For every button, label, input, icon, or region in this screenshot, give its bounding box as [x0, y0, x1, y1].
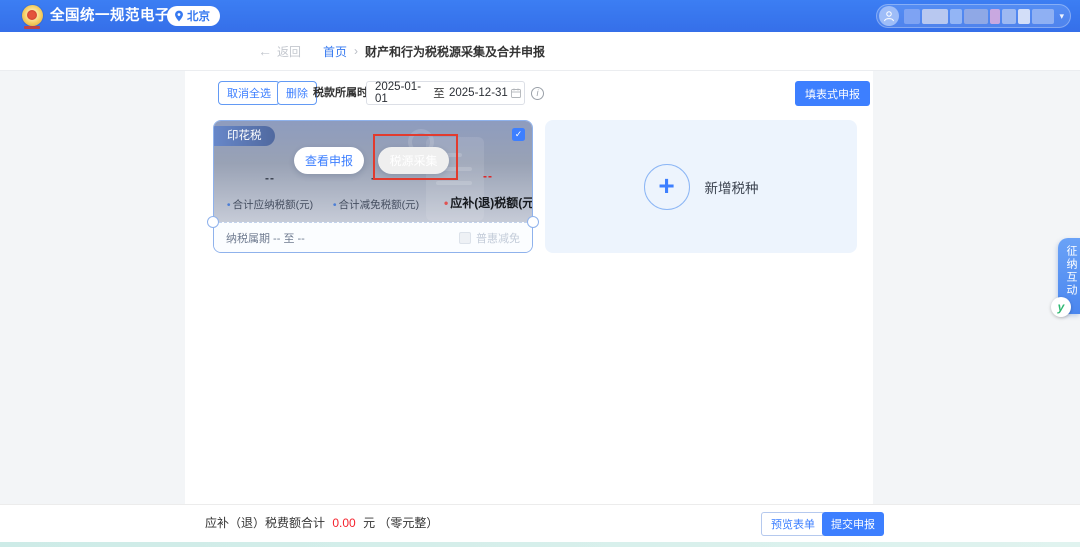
tax-period-range-input[interactable]: 2025-01-01 至 2025-12-31 [366, 81, 525, 105]
metric-refund-due: -- •应补(退)税额(元) [444, 169, 532, 211]
discount-checkbox-group: 普惠减免 [459, 230, 520, 246]
chevron-down-icon: ▾ [1059, 11, 1064, 22]
metric-value: -- [326, 171, 426, 185]
page: 全国统一规范电子税务局 北京 ▾ [0, 0, 1080, 547]
back-button[interactable]: ← 返回 [258, 43, 301, 60]
tax-card-footer: 纳税属期 -- 至 -- 普惠减免 [214, 222, 532, 252]
back-label: 返回 [277, 43, 301, 60]
period-start-value[interactable]: 2025-01-01 [367, 81, 429, 105]
app-header: 全国统一规范电子税务局 北京 ▾ [0, 0, 1080, 32]
form-mode-declare-button[interactable]: 填表式申报 [795, 81, 870, 106]
user-menu[interactable]: ▾ [876, 4, 1071, 28]
tax-bureau-logo-text [24, 26, 40, 29]
total-summary: 应补（退）税费额合计 0.00 元 （零元整） [205, 505, 438, 542]
breadcrumb: ← 返回 首页 › 财产和行为税税源采集及合并申报 [0, 32, 1080, 71]
total-suffix: 元 （零元整） [363, 516, 438, 530]
metric-label: 应补(退)税额(元) [450, 196, 532, 210]
back-arrow-icon: ← [258, 43, 272, 59]
period-end-value[interactable]: 2025-12-31 [449, 87, 509, 99]
view-declaration-button[interactable]: 查看申报 [294, 147, 364, 174]
discount-checkbox-disabled[interactable] [459, 232, 471, 244]
info-icon[interactable]: i [531, 87, 544, 100]
metric-dot: • [333, 199, 337, 211]
metric-dot: • [227, 199, 231, 211]
breadcrumb-separator: › [354, 44, 358, 58]
metric-total-payable: -- •合计应纳税额(元) [222, 171, 318, 212]
card-checkbox-checked[interactable]: ✓ [512, 128, 525, 141]
total-amount: 0.00 [332, 516, 355, 530]
add-tax-type-label: 新增税种 [705, 177, 759, 197]
metric-total-reduction: -- •合计减免税额(元) [326, 171, 426, 212]
metric-dot: • [444, 196, 448, 210]
interaction-badge-icon: y [1051, 297, 1071, 317]
bottom-accent-strip [0, 542, 1080, 547]
card-notch-left [207, 216, 219, 228]
footer-bar: 应补（退）税费额合计 0.00 元 （零元整） 预览表单 提交申报 [0, 505, 1080, 542]
metric-label: 合计减免税额(元) [339, 199, 420, 211]
main-panel: 取消全选 删除 税款所属时间 2025-01-01 至 2025-12-31 i… [185, 71, 873, 505]
submit-declaration-button[interactable]: 提交申报 [822, 512, 884, 536]
interaction-side-widget[interactable]: 征纳互动 y [1058, 238, 1080, 314]
breadcrumb-current: 财产和行为税税源采集及合并申报 [365, 43, 545, 60]
metric-value: -- [444, 169, 532, 183]
period-to-label: 至 [429, 85, 449, 101]
side-widget-label: 征纳互动 [1063, 245, 1079, 297]
delete-button[interactable]: 删除 [277, 81, 317, 105]
card-notch-right [527, 216, 539, 228]
plus-icon: + [644, 164, 690, 210]
calendar-icon[interactable] [510, 87, 522, 99]
preview-form-button[interactable]: 预览表单 [761, 512, 825, 536]
location-label: 北京 [187, 8, 210, 24]
discount-label: 普惠减免 [476, 230, 520, 246]
metric-value: -- [222, 171, 318, 185]
redacted-user-info [904, 9, 1054, 24]
tax-card-stamp-tax[interactable]: 印花税 ✓ 查看申报 税源采集 -- •合计应纳税额(元) -- •合计减免税额… [213, 120, 533, 253]
tax-source-collection-button[interactable]: 税源采集 [378, 147, 449, 174]
tax-bureau-logo-icon [22, 5, 43, 26]
add-tax-type-card[interactable]: + 新增税种 [545, 120, 857, 253]
location-selector[interactable]: 北京 [167, 6, 220, 26]
total-prefix: 应补（退）税费额合计 [205, 516, 325, 530]
location-pin-icon [174, 10, 184, 22]
tax-type-tag: 印花税 [214, 126, 275, 146]
tax-card-body: 印花税 ✓ 查看申报 税源采集 -- •合计应纳税额(元) -- •合计减免税额… [214, 121, 532, 222]
metric-label: 合计应纳税额(元) [233, 199, 314, 211]
user-avatar-icon [879, 6, 899, 26]
tax-period-text: 纳税属期 -- 至 -- [226, 230, 305, 246]
breadcrumb-home[interactable]: 首页 [323, 43, 347, 60]
cancel-select-all-button[interactable]: 取消全选 [218, 81, 280, 105]
